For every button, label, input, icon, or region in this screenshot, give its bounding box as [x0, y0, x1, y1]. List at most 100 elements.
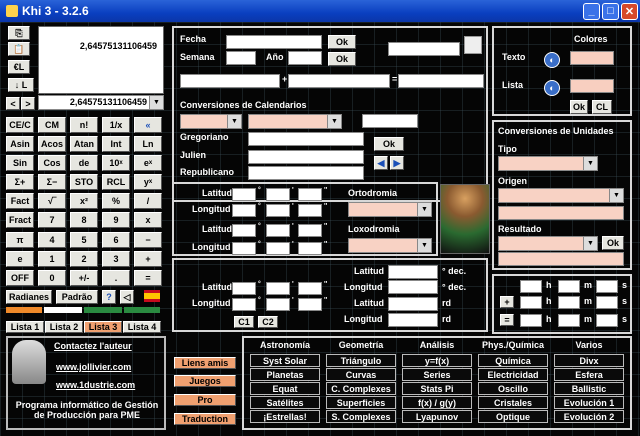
- dms-input-1-2[interactable]: [298, 298, 322, 311]
- calc-key-2-0[interactable]: Sin: [6, 155, 34, 171]
- calc-key-2-2[interactable]: de: [70, 155, 98, 171]
- module-button-1-1[interactable]: Curvas: [326, 368, 396, 381]
- minimize-button[interactable]: _: [583, 2, 600, 20]
- calc-key-8-1[interactable]: 0: [38, 270, 66, 286]
- calc-key-5-2[interactable]: 8: [70, 212, 98, 228]
- pad-button[interactable]: Padrão: [56, 290, 98, 304]
- module-button-1-3[interactable]: Superficies: [326, 396, 396, 409]
- module-button-0-1[interactable]: Planetas: [250, 368, 320, 381]
- lat-dec-input[interactable]: [388, 265, 438, 279]
- module-button-3-2[interactable]: Oscillo: [478, 382, 548, 395]
- url-link-2[interactable]: www.1dustrie.com: [56, 380, 135, 390]
- maximize-button[interactable]: □: [602, 2, 619, 20]
- module-button-4-3[interactable]: Evolución 1: [554, 396, 624, 409]
- calc-key-7-0[interactable]: e: [6, 251, 34, 267]
- time-input-1-m[interactable]: [558, 296, 580, 309]
- calc-key-0-0[interactable]: CE/C: [6, 117, 34, 133]
- time-plus-button[interactable]: +: [500, 296, 514, 308]
- module-button-4-4[interactable]: Evolución 2: [554, 410, 624, 423]
- lista-color-icon[interactable]: ◐: [544, 80, 560, 96]
- geo-input-0-2[interactable]: [298, 188, 322, 201]
- calc-key-8-3[interactable]: .: [102, 270, 130, 286]
- copy-icon[interactable]: ⎘: [8, 26, 30, 40]
- module-button-0-2[interactable]: Equat: [250, 382, 320, 395]
- calc-key-6-1[interactable]: 4: [38, 232, 66, 248]
- texto-color-icon[interactable]: ◐: [544, 52, 560, 68]
- lon-rd-input[interactable]: [388, 313, 438, 327]
- program-description[interactable]: Programa informático de Gestión de Produ…: [12, 400, 162, 420]
- calc-key-1-0[interactable]: Asin: [6, 136, 34, 152]
- calc-key-2-4[interactable]: eˣ: [134, 155, 162, 171]
- calc-key-4-2[interactable]: x²: [70, 193, 98, 209]
- calc-key-5-0[interactable]: Fract: [6, 212, 34, 228]
- calc-key-1-4[interactable]: Ln: [134, 136, 162, 152]
- calc-key-6-2[interactable]: 5: [70, 232, 98, 248]
- list-1-tab[interactable]: Lista 1: [6, 321, 44, 333]
- module-button-1-0[interactable]: Triángulo: [326, 354, 396, 367]
- semana-input[interactable]: [226, 51, 256, 65]
- calc-key-0-3[interactable]: 1/x: [102, 117, 130, 133]
- fecha-ok-button[interactable]: Ok: [328, 35, 356, 49]
- time-equals-button[interactable]: =: [500, 314, 514, 326]
- calc-key-4-3[interactable]: %: [102, 193, 130, 209]
- time-input-0-h[interactable]: [520, 280, 542, 293]
- calc-key-8-4[interactable]: =: [134, 270, 162, 286]
- arrow-left-icon[interactable]: ◀: [374, 156, 388, 170]
- spain-flag-icon[interactable]: [144, 290, 160, 302]
- calc-key-6-0[interactable]: π: [6, 232, 34, 248]
- paste-icon[interactable]: 📋: [8, 42, 30, 56]
- ano-input[interactable]: [288, 51, 322, 65]
- calc-key-5-1[interactable]: 7: [38, 212, 66, 228]
- module-button-3-0[interactable]: Química: [478, 354, 548, 367]
- module-button-4-1[interactable]: Esfera: [554, 368, 624, 381]
- colors-ok-button[interactable]: Ok: [570, 100, 588, 114]
- calc-key-4-0[interactable]: Fact: [6, 193, 34, 209]
- calendar-month-select[interactable]: [248, 114, 342, 129]
- module-button-1-4[interactable]: S. Complexes: [326, 410, 396, 423]
- list-3-tab[interactable]: Lista 3: [84, 321, 122, 333]
- calc-key-7-3[interactable]: 3: [102, 251, 130, 267]
- module-button-2-0[interactable]: y=f(x): [402, 354, 472, 367]
- juegos-button[interactable]: Juegos: [174, 375, 236, 387]
- calc-key-1-2[interactable]: Atan: [70, 136, 98, 152]
- character-icon[interactable]: [464, 36, 482, 54]
- calc-key-2-1[interactable]: Cos: [38, 155, 66, 171]
- url-link-1[interactable]: www.jollivier.com: [56, 362, 131, 372]
- calc-key-3-4[interactable]: yˣ: [134, 174, 162, 190]
- module-button-0-4[interactable]: ¡Estrellas!: [250, 410, 320, 423]
- module-button-3-3[interactable]: Cristales: [478, 396, 548, 409]
- date-add-input-2[interactable]: [288, 74, 390, 88]
- close-button[interactable]: ✕: [621, 2, 638, 20]
- geo-input-1-1[interactable]: [266, 204, 290, 217]
- help-icon[interactable]: ?: [102, 290, 116, 304]
- calc-key-3-2[interactable]: STO: [70, 174, 98, 190]
- geo-input-3-2[interactable]: [298, 242, 322, 255]
- ortodromia-select[interactable]: [348, 202, 432, 217]
- time-input-2-m[interactable]: [558, 314, 580, 327]
- geo-input-1-2[interactable]: [298, 204, 322, 217]
- time-input-2-h[interactable]: [520, 314, 542, 327]
- lon-dec-input[interactable]: [388, 280, 438, 294]
- contact-link[interactable]: Contactez l'auteur: [54, 341, 132, 351]
- dms-input-1-1[interactable]: [266, 298, 290, 311]
- origen-select[interactable]: [498, 188, 624, 203]
- units-ok-button[interactable]: Ok: [602, 236, 624, 250]
- colors-clear-button[interactable]: CL: [592, 100, 612, 114]
- module-button-4-0[interactable]: Divx: [554, 354, 624, 367]
- calc-key-5-4[interactable]: x: [134, 212, 162, 228]
- prev-button[interactable]: <: [6, 97, 20, 110]
- calc-key-4-1[interactable]: √‾: [38, 193, 66, 209]
- loxodromia-select[interactable]: [348, 238, 432, 253]
- traduction-button[interactable]: Traduction: [174, 413, 236, 425]
- geo-input-2-1[interactable]: [266, 224, 290, 237]
- calc-key-7-4[interactable]: +: [134, 251, 162, 267]
- time-input-1-s[interactable]: [596, 296, 618, 309]
- calc-key-0-4[interactable]: «: [134, 117, 162, 133]
- time-input-0-s[interactable]: [596, 280, 618, 293]
- calc-key-8-0[interactable]: OFF: [6, 270, 34, 286]
- down-l-button[interactable]: ↓ L: [8, 78, 34, 92]
- date-add-input-1[interactable]: [180, 74, 280, 88]
- calc-key-0-2[interactable]: n!: [70, 117, 98, 133]
- calc-key-6-4[interactable]: −: [134, 232, 162, 248]
- c2-button[interactable]: C2: [258, 316, 278, 328]
